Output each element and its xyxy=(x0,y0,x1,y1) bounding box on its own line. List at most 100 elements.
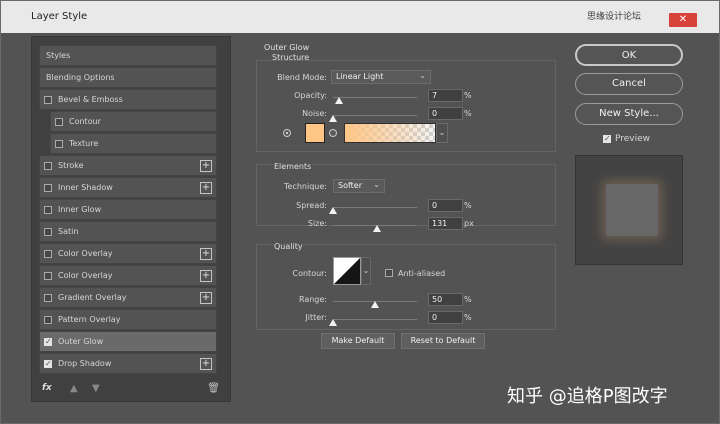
size-unit: px xyxy=(464,219,474,228)
close-icon[interactable]: ✕ xyxy=(669,13,697,27)
range-slider-thumb[interactable] xyxy=(371,301,379,308)
size-slider-thumb[interactable] xyxy=(372,225,381,232)
make-default-button[interactable]: Make Default xyxy=(321,333,395,349)
sidebar-item-checkbox[interactable] xyxy=(44,315,52,324)
arrow-down-icon[interactable]: ▼ xyxy=(92,383,100,394)
trash-icon[interactable]: 🗑 xyxy=(207,383,220,394)
new-style-button[interactable]: New Style... xyxy=(575,103,683,125)
spread-input[interactable]: 0 xyxy=(428,199,463,212)
sidebar-item-label: Bevel & Emboss xyxy=(58,95,123,104)
sidebar-item-13[interactable]: Outer Glow xyxy=(39,331,217,352)
add-effect-icon[interactable]: + xyxy=(200,181,212,194)
noise-track xyxy=(333,115,417,116)
size-label: Size: xyxy=(307,219,327,228)
glow-gradient-picker[interactable] xyxy=(344,123,436,143)
sidebar-item-11[interactable]: Gradient Overlay + xyxy=(39,287,217,308)
fx-icon[interactable]: fx xyxy=(42,383,52,393)
glow-color-swatch[interactable] xyxy=(305,123,325,143)
preview-checkbox[interactable] xyxy=(603,134,611,143)
sidebar-item-9[interactable]: Color Overlay + xyxy=(39,243,217,264)
sidebar-item-2[interactable]: Bevel & Emboss xyxy=(39,89,217,110)
sidebar-item-5[interactable]: Stroke + xyxy=(39,155,217,176)
opacity-label: Opacity: xyxy=(294,91,327,100)
sidebar-item-7[interactable]: Inner Glow xyxy=(39,199,217,220)
anti-aliased-checkbox[interactable] xyxy=(385,269,393,277)
noise-slider-thumb[interactable] xyxy=(329,115,337,122)
noise-input[interactable]: 0 xyxy=(428,107,463,120)
sidebar-item-checkbox[interactable] xyxy=(44,337,52,346)
size-input[interactable]: 131 xyxy=(428,217,463,230)
sidebar-item-12[interactable]: Pattern Overlay xyxy=(39,309,217,330)
technique-label: Technique: xyxy=(284,182,327,191)
sidebar-item-6[interactable]: Inner Shadow + xyxy=(39,177,217,198)
sidebar-item-1[interactable]: Blending Options xyxy=(39,67,217,88)
jitter-slider-thumb[interactable] xyxy=(329,319,337,326)
sidebar-item-checkbox[interactable] xyxy=(44,95,52,104)
noise-unit: % xyxy=(464,109,472,118)
sidebar-item-checkbox[interactable] xyxy=(44,359,52,368)
spread-label: Spread: xyxy=(296,201,327,210)
preview-label: Preview xyxy=(615,134,651,144)
sidebar-item-label: Contour xyxy=(69,117,101,126)
title-bar: Layer Style 思缘设计论坛 ✕ xyxy=(1,1,719,33)
sidebar-item-label: Inner Shadow xyxy=(58,183,113,192)
sidebar-item-checkbox[interactable] xyxy=(55,139,63,148)
gradient-dropdown-icon[interactable]: ⌄ xyxy=(436,123,448,143)
sidebar-item-14[interactable]: Drop Shadow + xyxy=(39,353,217,374)
sidebar-item-label: Color Overlay xyxy=(58,249,113,258)
sidebar-item-0[interactable]: Styles xyxy=(39,45,217,66)
preview-box xyxy=(575,155,683,265)
add-effect-icon[interactable]: + xyxy=(200,247,212,260)
elements-title: Elements xyxy=(273,162,313,171)
sidebar-item-10[interactable]: Color Overlay + xyxy=(39,265,217,286)
actions-panel: OK Cancel New Style... Preview xyxy=(573,41,685,281)
sidebar-item-checkbox[interactable] xyxy=(55,117,63,126)
outer-glow-panel: Outer Glow Structure Blend Mode: Linear … xyxy=(246,36,563,402)
sidebar-item-checkbox[interactable] xyxy=(44,271,52,280)
technique-select[interactable]: Softer xyxy=(333,179,385,193)
bottom-watermark: 知乎 @追格P图改字 xyxy=(507,386,668,407)
ok-button[interactable]: OK xyxy=(575,44,683,66)
sidebar-item-checkbox[interactable] xyxy=(44,227,52,236)
solid-color-radio[interactable] xyxy=(283,129,291,137)
sidebar-item-checkbox[interactable] xyxy=(44,293,52,302)
sidebar-item-label: Outer Glow xyxy=(58,337,104,346)
reset-default-button[interactable]: Reset to Default xyxy=(401,333,485,349)
sidebar-item-4[interactable]: Texture xyxy=(50,133,217,154)
add-effect-icon[interactable]: + xyxy=(200,291,212,304)
cancel-button[interactable]: Cancel xyxy=(575,73,683,95)
range-unit: % xyxy=(464,295,472,304)
contour-preview-icon[interactable] xyxy=(333,257,361,285)
opacity-unit: % xyxy=(464,91,472,100)
opacity-track xyxy=(333,97,417,98)
add-effect-icon[interactable]: + xyxy=(200,269,212,282)
sidebar-item-checkbox[interactable] xyxy=(44,161,52,170)
range-input[interactable]: 50 xyxy=(428,293,463,306)
sidebar-item-checkbox[interactable] xyxy=(44,249,52,258)
elements-groupbox: Elements Technique: Softer Spread: 0 % S… xyxy=(256,162,556,232)
add-effect-icon[interactable]: + xyxy=(200,357,212,370)
styles-sidebar: Styles Blending Options Bevel & Emboss Cont… xyxy=(31,36,231,402)
sidebar-item-checkbox[interactable] xyxy=(44,205,52,214)
opacity-slider-thumb[interactable] xyxy=(334,97,343,104)
contour-dropdown-icon[interactable]: ⌄ xyxy=(361,257,371,285)
add-effect-icon[interactable]: + xyxy=(200,159,212,172)
anti-aliased-label: Anti-aliased xyxy=(398,269,446,278)
arrow-up-icon[interactable]: ▲ xyxy=(70,383,78,394)
jitter-unit: % xyxy=(464,313,472,322)
sidebar-item-8[interactable]: Satin xyxy=(39,221,217,242)
sidebar-item-label: Color Overlay xyxy=(58,271,113,280)
sidebar-item-label: Pattern Overlay xyxy=(58,315,121,324)
blend-mode-select[interactable]: Linear Light xyxy=(331,70,431,84)
opacity-input[interactable]: 7 xyxy=(428,89,463,102)
sidebar-item-label: Inner Glow xyxy=(58,205,102,214)
spread-slider-thumb[interactable] xyxy=(329,207,337,214)
sidebar-item-3[interactable]: Contour xyxy=(50,111,217,132)
sidebar-item-label: Satin xyxy=(58,227,79,236)
jitter-track xyxy=(333,319,417,320)
jitter-input[interactable]: 0 xyxy=(428,311,463,324)
top-watermark: 思缘设计论坛 xyxy=(586,12,641,22)
sidebar-item-checkbox[interactable] xyxy=(44,183,52,192)
gradient-radio[interactable] xyxy=(329,129,337,137)
sidebar-item-label: Styles xyxy=(46,51,71,60)
